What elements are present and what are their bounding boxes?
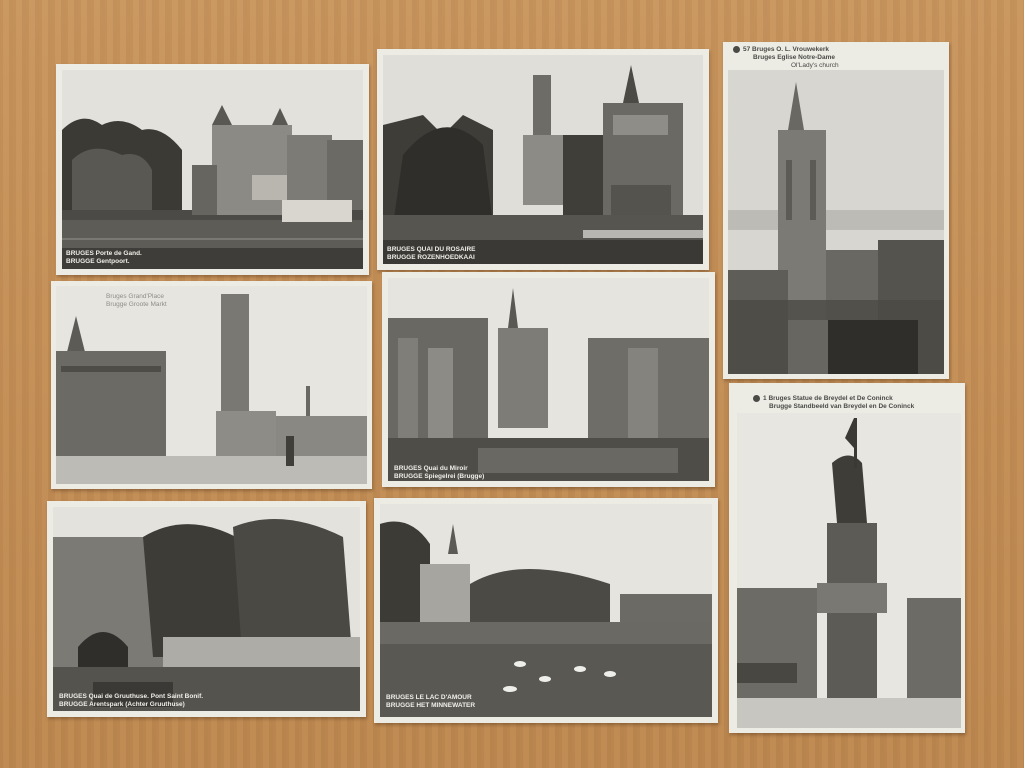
caption-line-1: BRUGES QUAI DU ROSAIRE: [387, 246, 476, 253]
postcard-caption: Bruges Grand'Place Brugge Groote Markt: [106, 293, 167, 309]
caption-line-1: 1 Bruges Statue de Breydel et De Coninck: [753, 395, 914, 403]
postcard-notre-dame: 57 Bruges O. L. Vrouwekerk Bruges Eglise…: [723, 42, 949, 379]
postcard-caption: 1 Bruges Statue de Breydel et De Coninck…: [753, 395, 914, 411]
caption-line-1: Bruges Grand'Place: [106, 293, 164, 300]
postcard-photo: [380, 504, 712, 717]
postcard-statue-breydel: 1 Bruges Statue de Breydel et De Coninck…: [729, 383, 965, 733]
postcard-gruuthuse: BRUGES Quai de Gruuthuse. Pont Saint Bon…: [47, 501, 366, 717]
postcard-photo: [728, 70, 944, 374]
caption-line-1: BRUGES Quai de Gruuthuse. Pont Saint Bon…: [59, 693, 204, 700]
caption-line-1: BRUGES Porte de Gand.: [66, 250, 142, 257]
postcard-porte-de-gand: BRUGES Porte de Gand. BRUGGE Gentpoort.: [56, 64, 369, 275]
postcard-caption: BRUGES Porte de Gand. BRUGGE Gentpoort.: [66, 250, 142, 266]
postcard-caption: BRUGES Quai du Miroir BRUGGE Spiegelrei …: [394, 465, 484, 481]
caption-line-2: Brugge Groote Markt: [106, 301, 167, 308]
caption-line-2: BRUGGE Gentpoort.: [66, 258, 130, 265]
caption-line-1: 57 Bruges O. L. Vrouwekerk: [733, 46, 839, 54]
caption-line-3: Ol'Lady's church: [791, 62, 839, 70]
postcard-photo: [383, 55, 703, 264]
caption-line-2: Bruges Eglise Notre-Dame: [753, 54, 835, 62]
caption-line-1: BRUGES LE LAC D'AMOUR: [386, 694, 472, 701]
postcard-grand-place: Bruges Grand'Place Brugge Groote Markt: [51, 281, 372, 489]
postcard-caption: BRUGES QUAI DU ROSAIRE BRUGGE ROZENHOEDK…: [387, 246, 475, 262]
postcard-photo: [62, 70, 363, 269]
caption-line-2: BRUGGE Arentspark (Achter Gruuthuse): [59, 701, 185, 708]
caption-line-2: Brugge Standbeeld van Breydel en De Coni…: [769, 403, 915, 411]
postcard-caption: BRUGES Quai de Gruuthuse. Pont Saint Bon…: [59, 693, 203, 709]
postcard-photo: [388, 278, 709, 481]
postcard-lac-d-amour: BRUGES LE LAC D'AMOUR BRUGGE HET MINNEWA…: [374, 498, 718, 723]
postcard-caption: BRUGES LE LAC D'AMOUR BRUGGE HET MINNEWA…: [386, 694, 475, 710]
caption-line-2: BRUGGE Spiegelrei (Brugge): [394, 473, 485, 480]
postcard-quai-du-miroir: BRUGES Quai du Miroir BRUGGE Spiegelrei …: [382, 272, 715, 487]
postcard-caption: 57 Bruges O. L. Vrouwekerk Bruges Eglise…: [733, 46, 839, 70]
caption-line-2: BRUGGE HET MINNEWATER: [386, 702, 476, 709]
postcard-quai-du-rosaire: BRUGES QUAI DU ROSAIRE BRUGGE ROZENHOEDK…: [377, 49, 709, 270]
postcard-photo: [53, 507, 360, 711]
postcard-photo: [56, 286, 367, 484]
caption-line-2: BRUGGE ROZENHOEDKAAI: [387, 254, 475, 261]
postcard-photo: [737, 413, 961, 728]
caption-line-1: BRUGES Quai du Miroir: [394, 465, 468, 472]
